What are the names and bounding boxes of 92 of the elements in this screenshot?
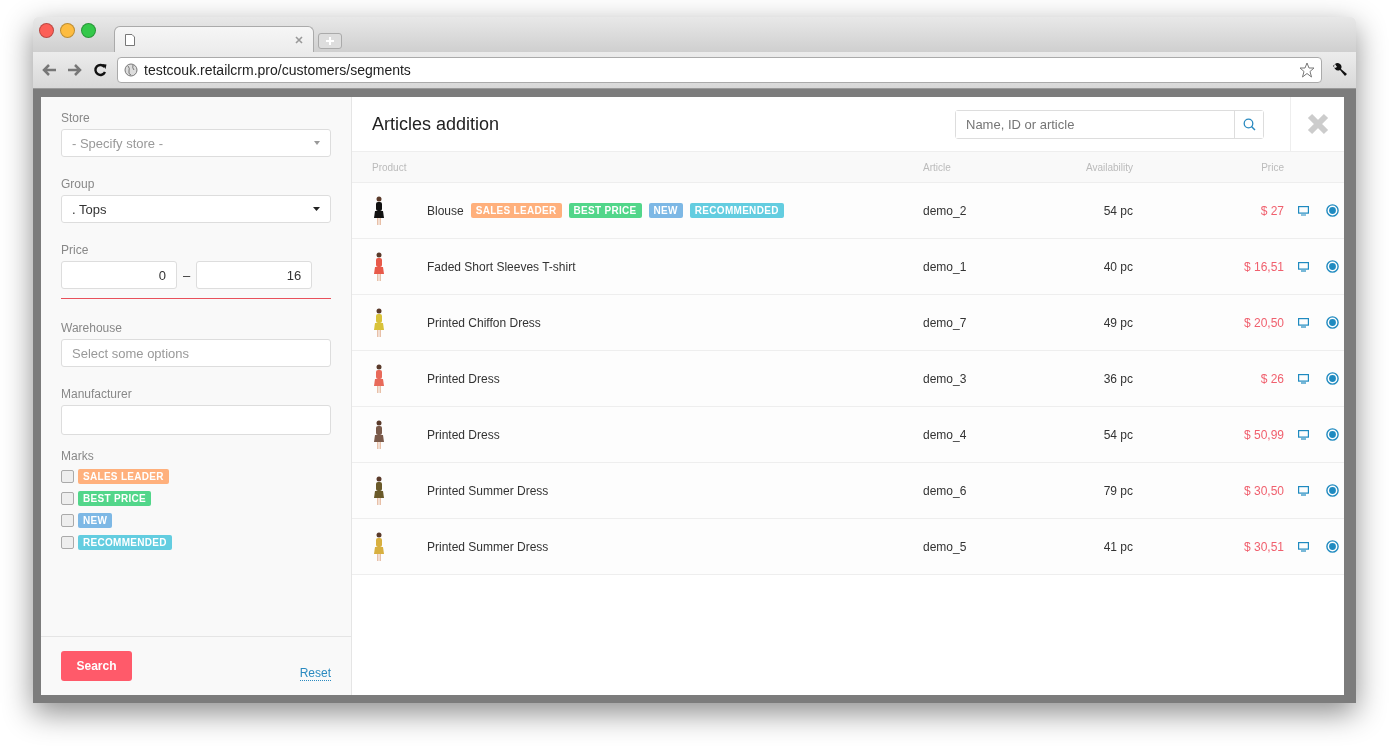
field-label: Marks [61, 449, 95, 463]
monitor-icon[interactable] [1298, 317, 1309, 328]
article-cell-text: demo_1 [923, 259, 968, 274]
column-header: Availability [1084, 161, 1133, 173]
monitor-icon[interactable] [1298, 261, 1309, 272]
article-cell-text: demo_5 [923, 539, 968, 554]
field-label: Warehouse [61, 321, 123, 335]
radio-icon[interactable] [1326, 316, 1339, 329]
availability-cell-text: 54 pc [1102, 203, 1133, 218]
product-name: Faded Short Sleeves T-shirt [427, 259, 576, 274]
field-label: Manufacturer [61, 387, 133, 401]
group-select[interactable]: . Tops [61, 195, 331, 223]
mark-tag: NEW [648, 203, 683, 218]
price-cell-text: $ 30,51 [1242, 539, 1284, 554]
reset-link[interactable]: Reset [299, 665, 331, 681]
mark-tag: SALES LEADER [470, 203, 562, 218]
field-label: Price [61, 243, 90, 257]
availability-cell-text: 79 pc [1102, 483, 1133, 498]
mark-tag: NEW [78, 513, 113, 528]
reload-icon[interactable] [93, 63, 107, 77]
globe-icon [124, 63, 138, 77]
close-icon[interactable] [295, 35, 303, 44]
radio-icon[interactable] [1326, 372, 1339, 385]
availability-cell-text: 36 pc [1102, 371, 1133, 386]
caret-icon [313, 207, 320, 211]
article-cell-text: demo_3 [923, 371, 968, 386]
checkbox[interactable] [61, 470, 74, 483]
range-separator: – [183, 267, 191, 283]
monitor-icon[interactable] [1298, 429, 1309, 440]
search-button[interactable] [1234, 110, 1263, 138]
monitor-icon[interactable] [1298, 205, 1309, 216]
manufacturer-field[interactable] [61, 405, 331, 435]
minimize-window-button[interactable] [60, 23, 75, 38]
availability-cell-text: 41 pc [1102, 539, 1133, 554]
close-icon [1306, 113, 1329, 135]
price-to-field[interactable]: 16 [196, 261, 313, 289]
checkbox[interactable] [61, 514, 74, 527]
price-cell-text: $ 20,50 [1242, 315, 1284, 330]
price-from-field[interactable]: 0 [61, 261, 177, 289]
product-name: Printed Summer Dress [427, 539, 549, 554]
mark-tag: BEST PRICE [78, 491, 151, 506]
mark-tag: BEST PRICE [568, 203, 642, 218]
column-header: Product [372, 161, 408, 173]
column-header: Price [1260, 161, 1284, 173]
radio-icon[interactable] [1326, 484, 1339, 497]
article-cell-text: demo_7 [923, 315, 968, 330]
new-tab-button[interactable] [318, 33, 342, 49]
mark-tag: RECOMMENDED [689, 203, 784, 218]
browser-tab[interactable] [114, 26, 314, 52]
wrench-icon[interactable] [1332, 62, 1348, 78]
monitor-icon[interactable] [1298, 373, 1309, 384]
mark-tag: SALES LEADER [78, 469, 169, 484]
product-name: Printed Chiffon Dress [427, 315, 541, 330]
product-name: Printed Dress [427, 427, 500, 442]
caret-icon [314, 141, 320, 145]
product-name: Blouse [427, 203, 464, 218]
price-cell-text: $ 50,99 [1242, 427, 1284, 442]
radio-icon[interactable] [1326, 428, 1339, 441]
availability-cell-text: 40 pc [1102, 259, 1133, 274]
search-icon [1242, 117, 1256, 131]
plus-icon [326, 37, 334, 45]
monitor-icon[interactable] [1298, 541, 1309, 552]
price-cell-text: $ 27 [1259, 203, 1284, 218]
product-name: Printed Summer Dress [427, 483, 549, 498]
price-cell-text: $ 16,51 [1242, 259, 1284, 274]
price-cell-text: $ 26 [1259, 371, 1284, 386]
checkbox[interactable] [61, 536, 74, 549]
page-icon [125, 33, 135, 46]
article-cell-text: demo_4 [923, 427, 968, 442]
article-cell-text: demo_2 [923, 203, 968, 218]
article-cell-text: demo_6 [923, 483, 968, 498]
forward-icon[interactable] [67, 63, 83, 77]
dialog-title: Articles addition [372, 113, 501, 135]
availability-cell-text: 54 pc [1102, 427, 1133, 442]
product-name: Printed Dress [427, 371, 500, 386]
price-cell-text: $ 30,50 [1242, 483, 1284, 498]
address-bar[interactable]: testcouk.retailcrm.pro/customers/segments [117, 57, 1322, 83]
mark-tag: RECOMMENDED [78, 535, 172, 550]
star-icon[interactable] [1299, 62, 1315, 78]
search-field[interactable]: Name, ID or article [955, 109, 1264, 139]
monitor-icon[interactable] [1298, 485, 1309, 496]
column-header: Article [923, 161, 952, 173]
availability-cell-text: 49 pc [1102, 315, 1133, 330]
field-label: Store [61, 111, 91, 125]
back-icon[interactable] [41, 63, 57, 77]
field-label: Group [61, 177, 96, 191]
zoom-window-button[interactable] [81, 23, 96, 38]
close-window-button[interactable] [39, 23, 54, 38]
checkbox[interactable] [61, 492, 74, 505]
radio-icon[interactable] [1326, 540, 1339, 553]
radio-icon[interactable] [1326, 204, 1339, 217]
radio-icon[interactable] [1326, 260, 1339, 273]
